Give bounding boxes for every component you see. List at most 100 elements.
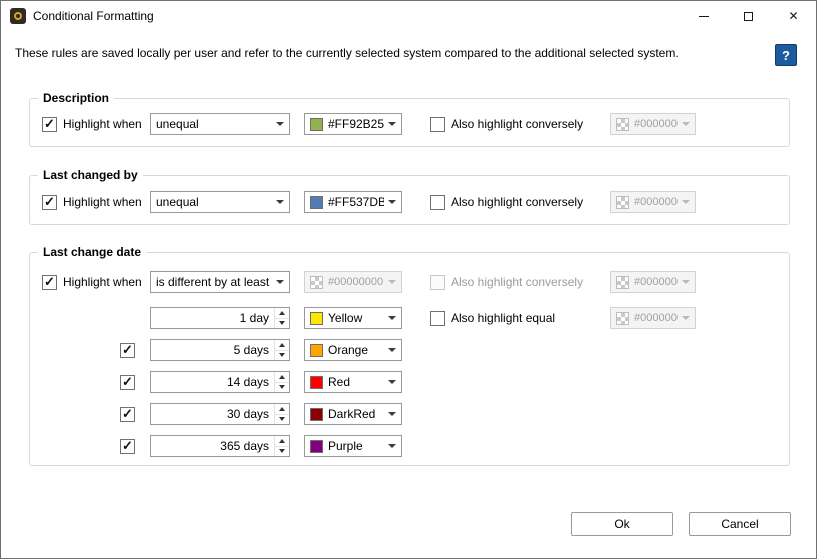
threshold-color-combobox-1[interactable]: Yellow [304, 307, 402, 329]
dropdown-arrow-icon [388, 348, 396, 352]
equal-color-combobox: #00000000 [610, 307, 696, 329]
dropdown-arrow-icon [388, 380, 396, 384]
close-button[interactable]: ✕ [771, 1, 816, 31]
combo-value: Yellow [328, 311, 384, 325]
dropdown-arrow-icon [682, 200, 690, 204]
combo-value: Purple [328, 439, 384, 453]
threshold-color-combobox-2[interactable]: Orange [304, 339, 402, 361]
color-swatch [310, 344, 323, 357]
check-icon: ✓ [122, 343, 133, 356]
group-last-change-date: Last change date ✓ Highlight when is dif… [29, 252, 790, 466]
threshold-enable-checkbox-3[interactable]: ✓ [120, 371, 135, 393]
dropdown-arrow-icon [388, 280, 396, 284]
titlebar[interactable]: Conditional Formatting ✕ [1, 1, 816, 31]
checkbox-box: ✓ [120, 375, 135, 390]
last-change-date-row-main: ✓ Highlight when is different by at leas… [30, 271, 789, 293]
spinner-buttons [274, 372, 289, 392]
description-operator-combobox[interactable]: unequal [150, 113, 290, 135]
cancel-button[interactable]: Cancel [689, 512, 791, 536]
spinner-up-button[interactable] [275, 340, 289, 351]
group-title-last-changed-by: Last changed by [38, 168, 143, 182]
checkbox-box: ✓ [42, 117, 57, 132]
transparent-color-swatch [616, 276, 629, 289]
description-color-combobox[interactable]: #FF92B250 [304, 113, 402, 135]
combo-value: DarkRed [328, 407, 384, 421]
threshold-color-combobox-4[interactable]: DarkRed [304, 403, 402, 425]
spinner-down-button[interactable] [275, 351, 289, 361]
chevron-down-icon [279, 321, 285, 325]
threshold-enable-checkbox-4[interactable]: ✓ [120, 403, 135, 425]
checkbox-box: ✓ [120, 439, 135, 454]
spinner-up-button[interactable] [275, 404, 289, 415]
info-text: These rules are saved locally per user a… [15, 46, 679, 60]
checkbox-label: Also highlight conversely [451, 117, 583, 131]
spinner-down-button[interactable] [275, 415, 289, 425]
group-description: Description ✓ Highlight when unequal #FF… [29, 98, 790, 147]
checkbox-label: Highlight when [63, 195, 142, 209]
dropdown-arrow-icon [682, 316, 690, 320]
threshold-enable-checkbox-2[interactable]: ✓ [120, 339, 135, 361]
conditional-formatting-dialog: Conditional Formatting ✕ These rules are… [0, 0, 817, 559]
last-change-date-highlight-when-checkbox[interactable]: ✓ Highlight when [42, 271, 142, 293]
transparent-color-swatch [616, 196, 629, 209]
combo-value: #00000000 [634, 196, 678, 208]
last-changed-by-operator-combobox[interactable]: unequal [150, 191, 290, 213]
days-spinner-1[interactable]: 1 day [150, 307, 290, 329]
window-title: Conditional Formatting [33, 9, 154, 23]
days-spinner-2[interactable]: 5 days [150, 339, 290, 361]
transparent-color-swatch [616, 312, 629, 325]
color-swatch [310, 376, 323, 389]
threshold-color-combobox-5[interactable]: Purple [304, 435, 402, 457]
spinner-down-button[interactable] [275, 383, 289, 393]
group-title-last-change-date: Last change date [38, 245, 146, 259]
chevron-down-icon [279, 417, 285, 421]
ok-button[interactable]: Ok [571, 512, 673, 536]
help-button[interactable]: ? [775, 44, 797, 66]
last-changed-by-also-conversely-checkbox[interactable]: Also highlight conversely [430, 191, 583, 213]
days-spinner-4[interactable]: 30 days [150, 403, 290, 425]
spinner-up-button[interactable] [275, 436, 289, 447]
checkbox-label: Highlight when [63, 117, 142, 131]
combo-value: unequal [156, 117, 272, 131]
spinner-value: 14 days [151, 372, 274, 392]
chevron-down-icon [279, 449, 285, 453]
threshold-color-combobox-3[interactable]: Red [304, 371, 402, 393]
minimize-icon [699, 16, 709, 17]
check-icon: ✓ [44, 195, 55, 208]
combo-value: #FF537DB1 [328, 195, 384, 209]
description-highlight-when-checkbox[interactable]: ✓ Highlight when [42, 113, 142, 135]
maximize-button[interactable] [726, 1, 771, 31]
spinner-down-button[interactable] [275, 319, 289, 329]
days-spinner-5[interactable]: 365 days [150, 435, 290, 457]
dropdown-arrow-icon [388, 444, 396, 448]
last-change-date-main-color-combobox: #00000000 [304, 271, 402, 293]
last-change-date-operator-combobox[interactable]: is different by at least [150, 271, 290, 293]
app-icon [10, 8, 26, 24]
combo-value: #FF92B250 [328, 117, 384, 131]
checkbox-box: ✓ [120, 407, 135, 422]
threshold-enable-checkbox-5[interactable]: ✓ [120, 435, 135, 457]
spinner-value: 365 days [151, 436, 274, 456]
description-also-conversely-checkbox[interactable]: Also highlight conversely [430, 113, 583, 135]
minimize-button[interactable] [681, 1, 726, 31]
help-icon: ? [782, 48, 790, 63]
chevron-down-icon [279, 353, 285, 357]
also-highlight-equal-checkbox[interactable]: Also highlight equal [430, 307, 555, 329]
spinner-buttons [274, 308, 289, 328]
spinner-down-button[interactable] [275, 447, 289, 457]
description-row: ✓ Highlight when unequal #FF92B250 Also … [30, 113, 789, 135]
last-changed-by-color-combobox[interactable]: #FF537DB1 [304, 191, 402, 213]
last-change-date-conversely-color-combobox: #00000000 [610, 271, 696, 293]
combo-value: #00000000 [328, 276, 384, 288]
chevron-up-icon [279, 343, 285, 347]
dropdown-arrow-icon [276, 280, 284, 284]
days-spinner-3[interactable]: 14 days [150, 371, 290, 393]
spinner-up-button[interactable] [275, 372, 289, 383]
dropdown-arrow-icon [388, 122, 396, 126]
last-changed-by-highlight-when-checkbox[interactable]: ✓ Highlight when [42, 191, 142, 213]
check-icon: ✓ [122, 375, 133, 388]
spinner-buttons [274, 340, 289, 360]
spinner-up-button[interactable] [275, 308, 289, 319]
dropdown-arrow-icon [388, 200, 396, 204]
checkbox-label: Highlight when [63, 275, 142, 289]
